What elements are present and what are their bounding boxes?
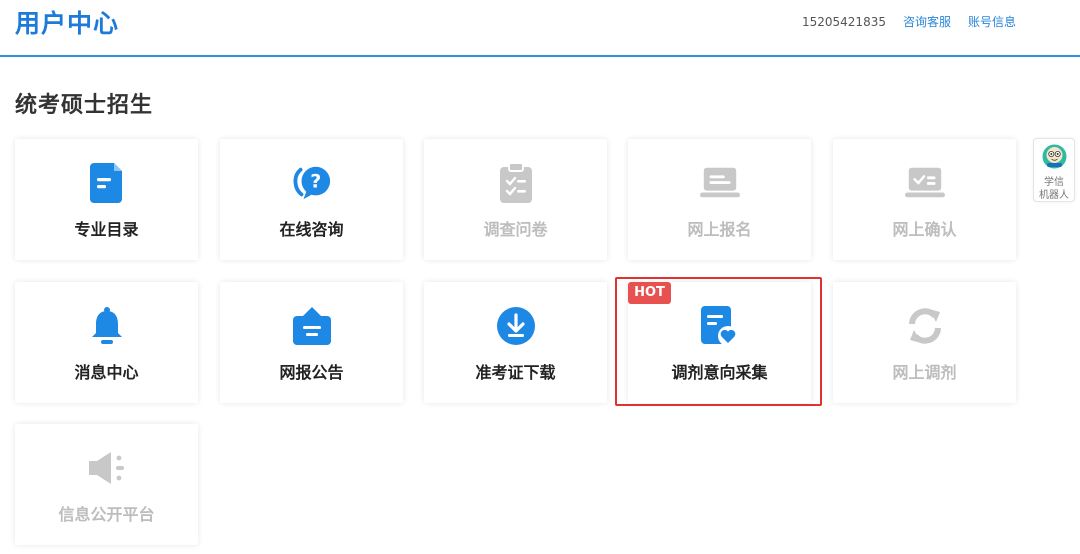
tile-label: 在线咨询 xyxy=(279,220,344,239)
tile-registration-notice[interactable]: 网报公告 xyxy=(220,282,403,403)
laptop-check-icon xyxy=(904,163,945,203)
tile-label: 网报公告 xyxy=(279,363,344,382)
tile-label: 调查问卷 xyxy=(483,220,548,239)
laptop-icon xyxy=(699,163,740,203)
tile-label: 网上调剂 xyxy=(892,363,957,382)
top-links: 15205421835 咨询客服 账号信息 xyxy=(802,13,1016,30)
account-info-link[interactable]: 账号信息 xyxy=(968,13,1016,30)
announcement-board-icon xyxy=(292,306,332,346)
user-phone: 15205421835 xyxy=(801,14,886,29)
download-circle-icon xyxy=(496,306,536,346)
tile-label: 网上确认 xyxy=(892,220,957,239)
robot-label-line2: 机器人 xyxy=(1039,190,1069,201)
tile-online-consult[interactable]: ? 在线咨询 xyxy=(220,139,403,260)
tile-label: 专业目录 xyxy=(74,220,139,239)
question-chat-icon: ? xyxy=(292,163,332,203)
tile-online-confirm[interactable]: 网上确认 xyxy=(833,139,1016,260)
document-list-icon xyxy=(87,163,127,203)
tile-label: 信息公开平台 xyxy=(58,505,155,524)
svg-text:?: ? xyxy=(310,171,321,193)
header: 用户中心 15205421835 咨询客服 账号信息 xyxy=(0,0,1080,57)
section-title: 统考硕士招生 xyxy=(15,93,154,118)
xuexin-robot-button[interactable]: 学信 机器人 xyxy=(1033,138,1075,202)
bell-icon xyxy=(87,306,127,346)
tile-label: 消息中心 xyxy=(74,363,139,382)
tile-message-center[interactable]: 消息中心 xyxy=(15,282,198,403)
tile-online-registration[interactable]: 网上报名 xyxy=(628,139,811,260)
tile-label: 网上报名 xyxy=(687,220,752,239)
hot-badge: HOT xyxy=(628,282,671,304)
tile-major-catalog[interactable]: 专业目录 xyxy=(15,139,198,260)
site-title: 用户中心 xyxy=(15,9,120,38)
tile-survey[interactable]: 调查问卷 xyxy=(424,139,607,260)
tile-admission-ticket-download[interactable]: 准考证下载 xyxy=(424,282,607,403)
clipboard-check-icon xyxy=(496,163,536,203)
tile-online-adjustment[interactable]: 网上调剂 xyxy=(833,282,1016,403)
tile-label: 准考证下载 xyxy=(475,363,556,382)
robot-avatar-icon xyxy=(1042,144,1067,169)
refresh-arrows-icon xyxy=(905,306,945,346)
tile-info-disclosure-platform[interactable]: 信息公开平台 xyxy=(15,424,198,545)
consult-service-link[interactable]: 咨询客服 xyxy=(903,13,951,30)
speaker-icon xyxy=(87,448,127,488)
